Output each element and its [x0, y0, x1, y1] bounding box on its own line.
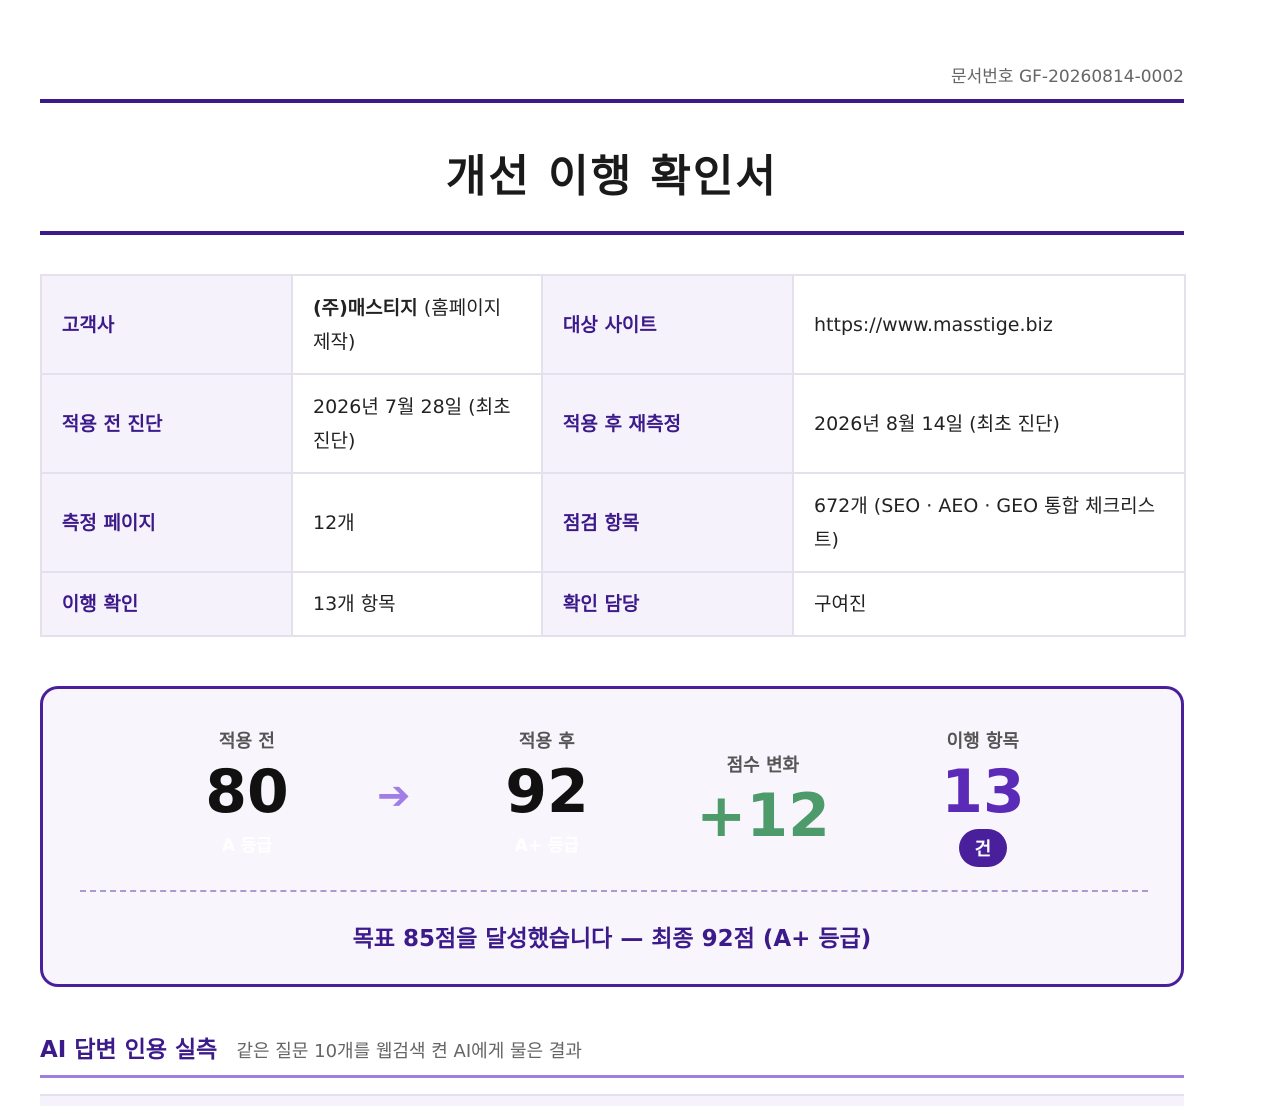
- document-number: 문서번호 GF-20260814-0002: [951, 67, 1184, 87]
- next-table-edge: [40, 1094, 1184, 1106]
- score-delta-label: 점수 변화: [726, 755, 800, 776]
- pages-value: 12개: [291, 472, 543, 573]
- owner-value: 구여진: [792, 571, 1186, 637]
- section-title: AI 답변 인용 실측: [40, 1037, 218, 1063]
- table-row: 고객사 (주)매스티지 (홈페이지 제작) 대상 사이트 https://www…: [40, 274, 1186, 375]
- after-score-value: 92: [505, 757, 589, 827]
- pages-label: 측정 페이지: [40, 472, 293, 573]
- after-grade: A+ 등급: [514, 836, 580, 856]
- after-score-label: 적용 후: [519, 731, 575, 752]
- client-name: (주)매스티지: [313, 296, 418, 319]
- after-score: 적용 후 92 A+ 등급: [477, 727, 617, 856]
- before-grade: A 등급: [221, 836, 273, 856]
- table-row: 이행 확인 13개 항목 확인 담당 구여진: [40, 571, 1186, 637]
- document-title: 개선 이행 확인서: [446, 151, 778, 202]
- completed-items-label: 이행 항목: [946, 731, 1020, 752]
- top-rule: [40, 99, 1184, 103]
- items-label: 점검 항목: [541, 472, 794, 573]
- before-score: 적용 전 80 A 등급: [177, 727, 317, 856]
- items-value: 672개 (SEO · AEO · GEO 통합 체크리스트): [792, 472, 1186, 573]
- done-label: 이행 확인: [40, 571, 293, 637]
- site-value: https://www.masstige.biz: [792, 274, 1186, 375]
- site-label: 대상 사이트: [541, 274, 794, 375]
- done-value: 13개 항목: [291, 571, 543, 637]
- section-rule: [40, 1075, 1184, 1078]
- table-row: 측정 페이지 12개 점검 항목 672개 (SEO · AEO · GEO 통…: [40, 472, 1186, 573]
- client-value: (주)매스티지 (홈페이지 제작): [291, 274, 543, 375]
- section-heading: AI 답변 인용 실측 같은 질문 10개를 웹검색 켠 AI에게 물은 결과: [40, 1030, 582, 1064]
- before-score-value: 80: [205, 757, 289, 827]
- section-subtitle: 같은 질문 10개를 웹검색 켠 AI에게 물은 결과: [236, 1041, 582, 1062]
- title-bottom-rule: [40, 231, 1184, 235]
- completed-items: 이행 항목 13 건: [913, 727, 1053, 867]
- table-row: 적용 전 진단 2026년 7월 28일 (최초 진단) 적용 후 재측정 20…: [40, 373, 1186, 474]
- before-date-value: 2026년 7월 28일 (최초 진단): [291, 373, 543, 474]
- completed-items-unit-badge: 건: [958, 829, 1008, 867]
- dashed-divider: [80, 890, 1148, 892]
- info-table: 고객사 (주)매스티지 (홈페이지 제작) 대상 사이트 https://www…: [40, 274, 1186, 637]
- owner-label: 확인 담당: [541, 571, 794, 637]
- before-score-label: 적용 전: [219, 731, 275, 752]
- score-delta: 점수 변화 +12: [693, 751, 833, 851]
- score-summary-box: 적용 전 80 A 등급 ➔ 적용 후 92 A+ 등급 점수 변화 +12 이…: [40, 686, 1184, 987]
- client-label: 고객사: [40, 274, 293, 375]
- after-date-label: 적용 후 재측정: [541, 373, 794, 474]
- completed-items-value: 13: [941, 757, 1025, 827]
- before-date-label: 적용 전 진단: [40, 373, 293, 474]
- score-delta-value: +12: [696, 781, 830, 851]
- after-date-value: 2026년 8월 14일 (최초 진단): [792, 373, 1186, 474]
- goal-message: 목표 85점을 달성했습니다 — 최종 92점 (A+ 등급): [352, 926, 872, 952]
- arrow-right-icon: ➔: [377, 773, 411, 819]
